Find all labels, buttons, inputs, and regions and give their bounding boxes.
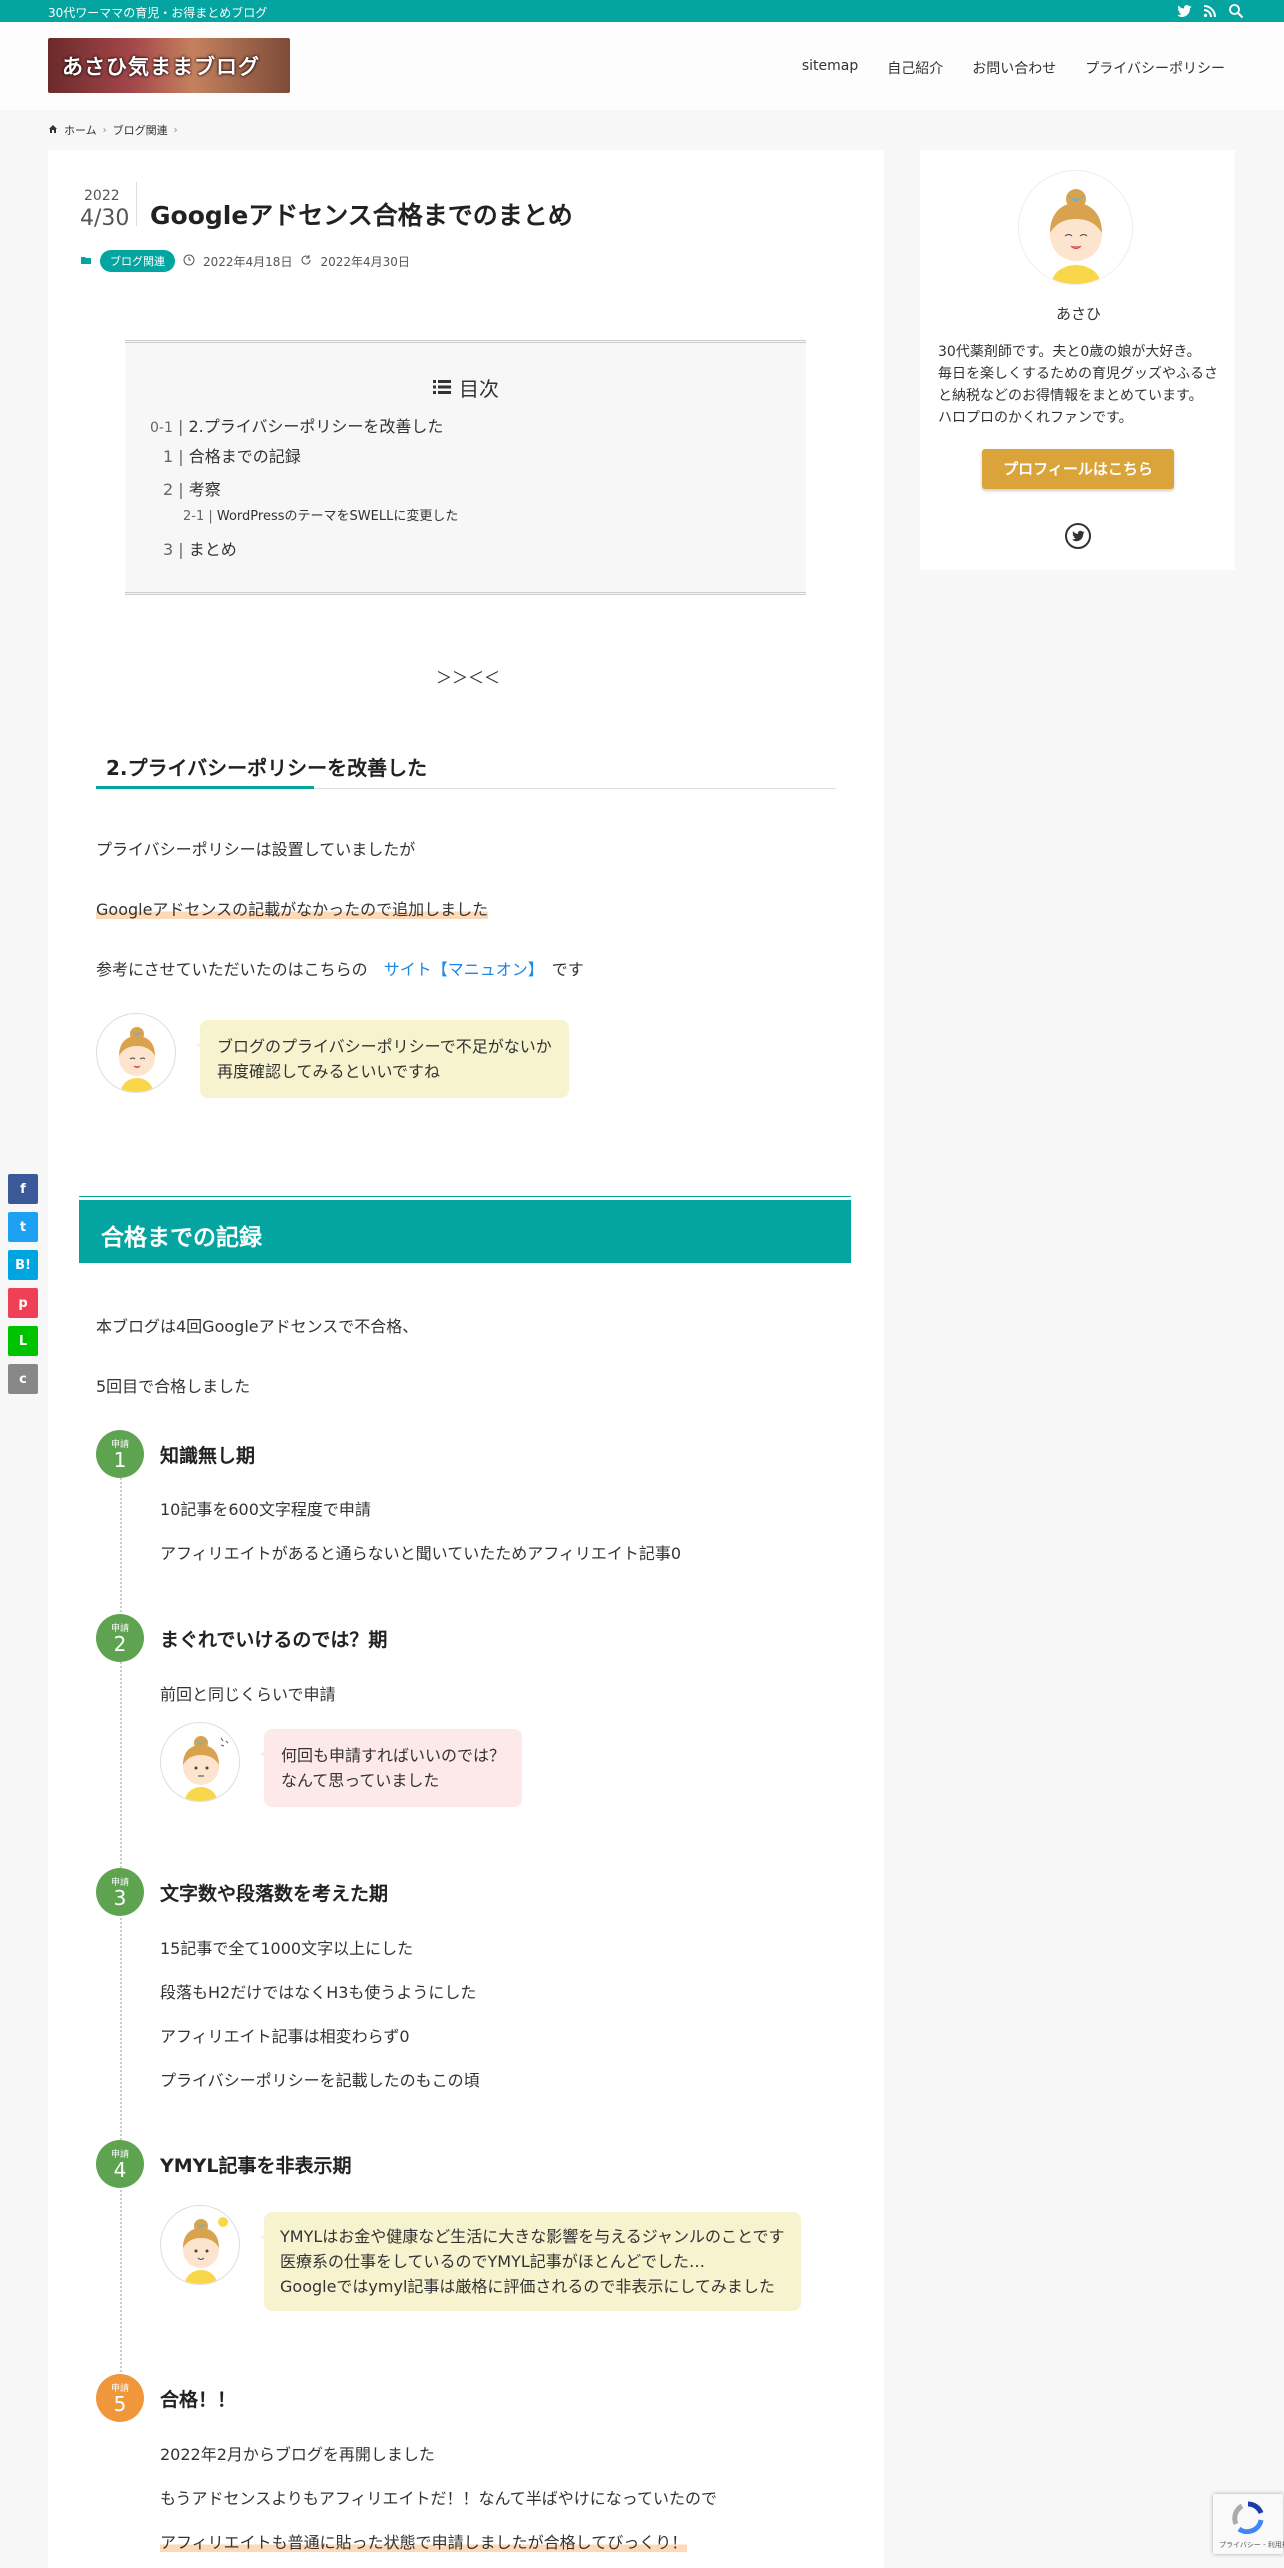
copy-link-button[interactable]: c [8, 1364, 38, 1394]
step-badge: 申請 1 [96, 1430, 144, 1478]
toc-item[interactable]: 2-1 | WordPressのテーマをSWELLに変更した [183, 505, 458, 524]
paragraph: Googleアドセンスの記載がなかったので追加しました [96, 900, 489, 919]
line-share-button[interactable]: L [8, 1326, 38, 1356]
step-text: もうアドセンスよりもアフィリエイトだ！！なんて半ばやけになっていたので [160, 2489, 717, 2508]
divider [136, 182, 137, 226]
speech-bubble: YMYLはお金や健康など生活に大きな影響を与えるジャンルのことです 医療系の仕事を… [260, 2212, 801, 2311]
clock-icon [183, 254, 195, 269]
toc-heading: 目次 [433, 373, 499, 402]
global-nav: sitemap 自己紹介 お問い合わせ プライバシーポリシー [802, 58, 1225, 78]
profile-avatar [1018, 170, 1133, 285]
post-meta: ブログ関連 2022年4月18日 2022年4月30日 [80, 250, 410, 272]
rss-icon[interactable] [1202, 3, 1218, 19]
nav-sitemap[interactable]: sitemap [802, 58, 858, 78]
twitter-icon[interactable] [1065, 523, 1091, 549]
updated-date: 2022年4月30日 [320, 254, 410, 269]
profile-bio: 30代薬剤師です。夫と0歳の娘が大好き。 毎日を楽しくするための育児グッズやふる… [938, 344, 1218, 426]
paragraph: 参考にさせていただいたのはこちらの サイト【マニュオン】 です [96, 960, 584, 979]
step-badge: 申請 2 [96, 1614, 144, 1662]
step-title: 合格！！ [160, 2389, 237, 2411]
speech-bubble: ブログのプライバシーポリシーで不足がないか 再度確認してみるといいですね [196, 1020, 569, 1098]
speech-bubble: 何回も申請すればいいのでは？ なんて思っていました [259, 1729, 523, 1807]
category-badge[interactable]: ブログ関連 [100, 250, 175, 272]
step-text: 10記事を600文字程度で申請 [160, 1500, 371, 1519]
refresh-icon [300, 254, 312, 269]
avatar [96, 1013, 176, 1093]
step-text: アフィリエイトも普通に貼った状態で申請しましたが合格してびっくり！ [160, 2533, 688, 2552]
paragraph: プライバシーポリシーは設置していましたが [96, 840, 416, 859]
post-year: 2022 [84, 188, 120, 204]
page-title: Googleアドセンス合格までのまとめ [150, 201, 573, 230]
step-text: アフィリエイト記事は相変わらず0 [160, 2027, 410, 2046]
top-bar: 30代ワーママの育児・お得まとめブログ [0, 0, 1284, 22]
hatena-share-button[interactable]: B! [8, 1250, 38, 1280]
chevron-right-icon: › [173, 124, 178, 136]
step-text: 15記事で全て1000文字以上にした [160, 1939, 414, 1958]
toc-item[interactable]: 3 | まとめ [163, 536, 237, 560]
search-icon[interactable] [1228, 3, 1244, 19]
step-title: まぐれでいけるのでは？期 [160, 1629, 388, 1651]
facebook-share-button[interactable]: f [8, 1174, 38, 1204]
toc-item[interactable]: 2 | 考察 [163, 476, 221, 500]
table-of-contents: 目次 0-1 | 2.プライバシーポリシーを改善した 1 | 合格までの記録 2… [125, 340, 806, 595]
chevron-right-icon: › [102, 124, 107, 136]
section-heading: 2.プライバシーポリシーを改善した [106, 756, 428, 780]
nav-contact[interactable]: お問い合わせ [972, 58, 1056, 78]
section-heading-banner: 合格までの記録 [79, 1196, 851, 1266]
breadcrumb: ホーム › ブログ関連 › [48, 122, 178, 138]
pocket-share-button[interactable]: p [8, 1288, 38, 1318]
avatar [160, 2205, 240, 2285]
step-text: 2022年2月からブログを再開しました [160, 2445, 435, 2464]
step-text: 前回と同じくらいで申請 [160, 1685, 336, 1704]
toc-item[interactable]: 0-1 | 2.プライバシーポリシーを改善した [150, 413, 443, 437]
nav-privacy[interactable]: プライバシーポリシー [1085, 58, 1225, 78]
site-header: あさひ気ままブログ sitemap 自己紹介 お問い合わせ プライバシーポリシー [0, 22, 1284, 110]
step-badge: 申請 3 [96, 1868, 144, 1916]
twitter-share-button[interactable]: t [8, 1212, 38, 1242]
breadcrumb-home[interactable]: ホーム [64, 122, 97, 138]
recaptcha-badge[interactable]: プライバシー - 利用規約 [1213, 2494, 1284, 2554]
post-date: 4/30 [80, 206, 130, 231]
site-logo[interactable]: あさひ気ままブログ [48, 38, 290, 93]
step-title: YMYL記事を非表示期 [160, 2155, 352, 2177]
step-title: 文字数や段落数を考えた期 [160, 1883, 389, 1905]
published-date: 2022年4月18日 [203, 254, 293, 269]
avatar [160, 1722, 240, 1802]
step-badge: 申請 5 [96, 2374, 144, 2422]
step-title: 知識無し期 [160, 1445, 256, 1467]
profile-button[interactable]: プロフィールはこちら [982, 449, 1174, 489]
arrows-text: ＞＞＜＜ [436, 668, 501, 687]
toc-item[interactable]: 1 | 合格までの記録 [163, 443, 301, 467]
paragraph: 本ブログは4回Googleアドセンスで不合格、 [96, 1317, 419, 1336]
step-text: プライバシーポリシーを記載したのもこの頃 [160, 2071, 480, 2090]
list-icon [433, 376, 451, 400]
home-icon [48, 124, 58, 137]
step-text: アフィリエイトがあると通らないと聞いていたためアフィリエイト記事0 [160, 1544, 682, 1563]
heading-accent [96, 786, 314, 789]
twitter-icon[interactable] [1176, 3, 1192, 19]
profile-name: あさひ [1056, 305, 1102, 323]
paragraph: 5回目で合格しました [96, 1377, 251, 1396]
folder-icon [80, 254, 92, 269]
nav-about[interactable]: 自己紹介 [887, 58, 943, 78]
step-badge: 申請 4 [96, 2140, 144, 2188]
step-text: 段落もH2だけではなくH3も使うようにした [160, 1983, 477, 2002]
recaptcha-text: プライバシー - 利用規約 [1219, 2541, 1284, 2549]
reference-link[interactable]: サイト【マニュオン】 [384, 960, 536, 979]
breadcrumb-category[interactable]: ブログ関連 [113, 122, 168, 138]
site-tagline: 30代ワーママの育児・お得まとめブログ [48, 6, 268, 20]
